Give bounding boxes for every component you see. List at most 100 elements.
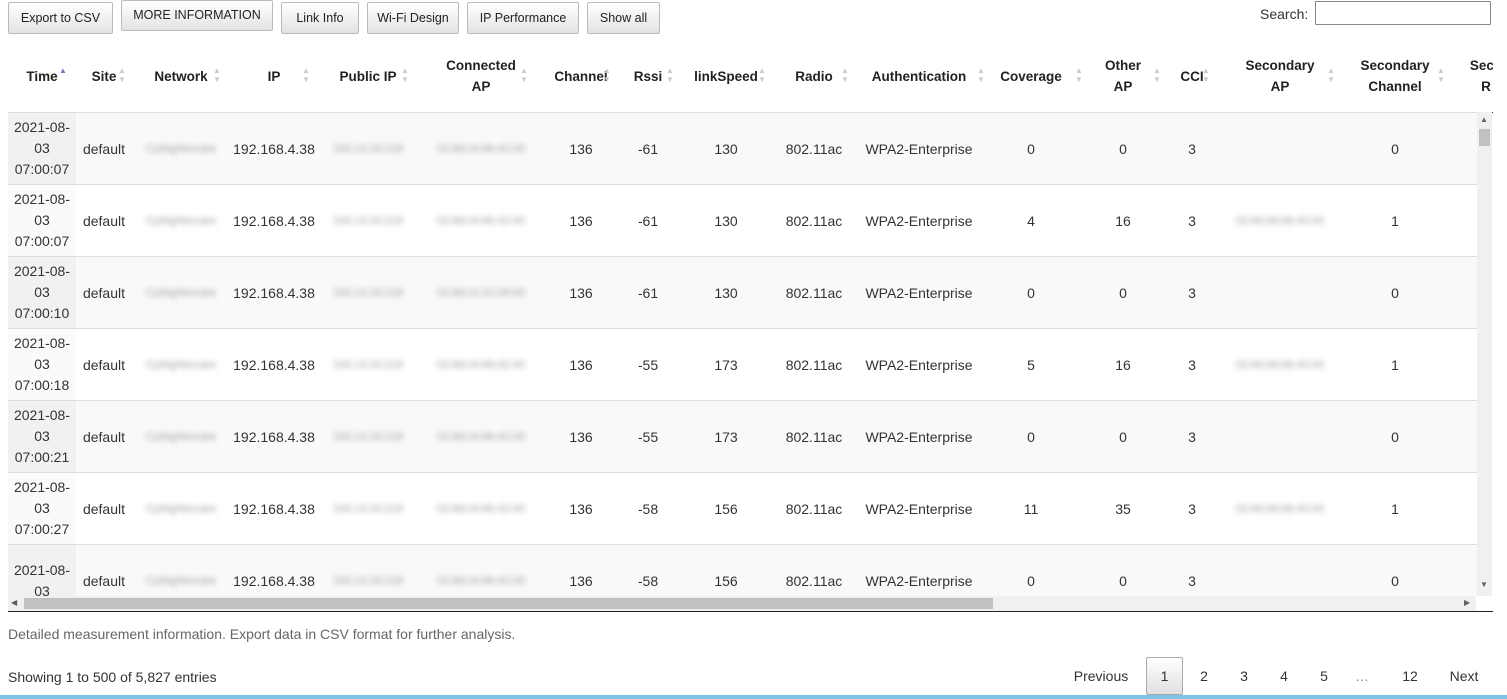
column-header[interactable]: Secondary Channel ▲ ▼ bbox=[1344, 40, 1446, 112]
sort-both-icon[interactable]: ▲ ▼ bbox=[1202, 66, 1210, 84]
link-info-button[interactable]: Link Info bbox=[281, 2, 359, 34]
pagination-next[interactable]: Next bbox=[1440, 657, 1488, 693]
cell-channel: 136 bbox=[544, 113, 618, 184]
cell-public-ip: 193.13.33.218 bbox=[318, 329, 418, 400]
vertical-scrollbar[interactable]: ▲ ▼ bbox=[1477, 112, 1492, 596]
horizontal-scrollbar[interactable]: ◀ ▶ bbox=[8, 596, 1476, 611]
cell-radio: 802.11ac bbox=[774, 473, 854, 544]
pagination-page-12[interactable]: 12 bbox=[1392, 657, 1428, 693]
cell-value: 193.13.33.218 bbox=[332, 142, 404, 155]
column-header[interactable]: Connected AP ▲ ▼ bbox=[418, 40, 544, 112]
cell-cci: 3 bbox=[1168, 185, 1216, 256]
table-row[interactable]: 2021-08- 03 07:00:07 default CyWgrfencare 192… bbox=[8, 184, 1478, 256]
pagination-page-4[interactable]: 4 bbox=[1268, 657, 1300, 693]
search-input[interactable] bbox=[1315, 1, 1491, 25]
cell-time: 2021-08- 03 07:00:18 bbox=[8, 329, 76, 400]
column-header-line: AP bbox=[471, 79, 491, 94]
cell-time-part: 07:00:27 bbox=[14, 521, 70, 537]
table-row[interactable]: 2021-08- 03 07:00:27 default CyWgrfencare 192… bbox=[8, 472, 1478, 544]
table-row[interactable]: 2021-08- 03 07:00:10 default CyWgrfencare 192… bbox=[8, 256, 1478, 328]
cell-value: default bbox=[82, 500, 126, 517]
column-header-line: Coverage bbox=[1000, 68, 1062, 84]
horizontal-scroll-thumb[interactable] bbox=[24, 598, 993, 609]
cell-value: 130 bbox=[714, 212, 738, 229]
sort-both-icon[interactable]: ▲ ▼ bbox=[841, 66, 849, 84]
vertical-scroll-thumb[interactable] bbox=[1479, 129, 1490, 146]
sort-both-icon[interactable]: ▲ ▼ bbox=[1153, 66, 1161, 84]
cell-time: 2021-08- 03 07:00:21 bbox=[8, 401, 76, 472]
sort-both-icon[interactable]: ▲ ▼ bbox=[118, 66, 126, 84]
sort-both-icon[interactable]: ▲ ▼ bbox=[977, 66, 985, 84]
table-row[interactable]: 2021-08- 03 07:00:18 default CyWgrfencare 192… bbox=[8, 328, 1478, 400]
pagination: Previous 1 2 3 4 5 … 12 Next bbox=[1060, 657, 1500, 695]
export-csv-button[interactable]: Export to CSV bbox=[8, 2, 113, 34]
ip-performance-button[interactable]: IP Performance bbox=[467, 2, 579, 34]
cell-time-part: 07:00:07 bbox=[14, 161, 70, 177]
pagination-page-2[interactable]: 2 bbox=[1188, 657, 1220, 693]
column-header[interactable]: Authentication ▲ ▼ bbox=[854, 40, 985, 112]
cell-site: default bbox=[76, 257, 132, 328]
column-header[interactable]: Secondary AP ▲ ▼ bbox=[1216, 40, 1344, 112]
table-row[interactable]: 2021-08- 03 07:00:21 default CyWgrfencare 192… bbox=[8, 400, 1478, 472]
cell-other-ap: 0 bbox=[1078, 545, 1168, 596]
column-header[interactable]: Other AP ▲ ▼ bbox=[1078, 40, 1168, 112]
sort-both-icon[interactable]: ▲ ▼ bbox=[401, 66, 409, 84]
table-row[interactable]: 2021-08- 03 07:00:07 default CyWgrfencare 192… bbox=[8, 112, 1478, 184]
column-header[interactable]: SecoR▲▼ bbox=[1446, 40, 1493, 112]
cell-public-ip: 193.13.33.218 bbox=[318, 257, 418, 328]
cell-value: CyWgrfencare bbox=[145, 286, 217, 299]
column-header[interactable]: Radio ▲ ▼ bbox=[774, 40, 854, 112]
column-header-line: IP bbox=[267, 68, 281, 84]
column-header[interactable]: Time▲▼ bbox=[8, 40, 76, 112]
cell-auth: WPA2-Enterprise bbox=[854, 185, 984, 256]
column-header-line: Channel bbox=[554, 68, 608, 84]
pagination-page-5[interactable]: 5 bbox=[1308, 657, 1340, 693]
column-header-label: Radio bbox=[795, 66, 833, 87]
cell-time: 2021-08- 03 07:00:07 bbox=[8, 185, 76, 256]
scroll-down-icon[interactable]: ▼ bbox=[1480, 580, 1488, 589]
cell-value: 1 bbox=[1391, 500, 1399, 517]
column-header[interactable]: Channel ▲ ▼ bbox=[544, 40, 618, 112]
column-header[interactable]: Network ▲ ▼ bbox=[132, 40, 230, 112]
column-header[interactable]: Coverage ▲ ▼ bbox=[984, 40, 1083, 112]
sort-both-icon[interactable]: ▲ ▼ bbox=[758, 66, 766, 84]
more-information-button[interactable]: MORE INFORMATION bbox=[121, 0, 273, 31]
show-all-button[interactable]: Show all bbox=[587, 2, 660, 34]
cell-value: 0 bbox=[1391, 140, 1399, 157]
cell-value: 192.168.4.38 bbox=[233, 212, 315, 229]
cell-value: CyWgrfencare bbox=[145, 214, 217, 227]
column-header[interactable]: Rssi ▲ ▼ bbox=[618, 40, 678, 112]
table-row[interactable]: 2021-08- 03 default CyWgrfencare 192.168.4.3… bbox=[8, 544, 1478, 596]
column-header-line: Connected bbox=[446, 58, 516, 73]
cell-time-part: 2021-08- bbox=[13, 479, 71, 495]
sort-both-icon[interactable]: ▲ ▼ bbox=[666, 66, 674, 84]
column-header[interactable]: linkSpeed ▲ ▼ bbox=[678, 40, 774, 112]
sort-both-icon[interactable]: ▲ ▼ bbox=[603, 66, 611, 84]
column-header[interactable]: Public IP ▲ ▼ bbox=[318, 40, 418, 112]
pagination-previous[interactable]: Previous bbox=[1060, 657, 1142, 693]
column-header[interactable]: CCI ▲ ▼ bbox=[1168, 40, 1216, 112]
pagination-page-3[interactable]: 3 bbox=[1228, 657, 1260, 693]
column-header-line: Public IP bbox=[339, 68, 397, 84]
cell-secondary-ap: 02:8d:d6:6b:42:00 bbox=[1216, 473, 1344, 544]
column-header[interactable]: Site ▲ ▼ bbox=[76, 40, 132, 112]
cell-value: -61 bbox=[637, 284, 659, 301]
cell-time-part: 2021-08- bbox=[13, 407, 71, 423]
cell-network: CyWgrfencare bbox=[132, 329, 230, 400]
sort-both-icon[interactable]: ▲ ▼ bbox=[1437, 66, 1445, 84]
cell-value: -61 bbox=[637, 140, 659, 157]
pagination-page-1[interactable]: 1 bbox=[1146, 657, 1183, 695]
sort-both-icon[interactable]: ▲ ▼ bbox=[520, 66, 528, 84]
sort-asc-icon[interactable]: ▲▼ bbox=[59, 66, 67, 84]
cell-value: 192.168.4.38 bbox=[233, 572, 315, 589]
scroll-up-icon[interactable]: ▲ bbox=[1480, 115, 1488, 124]
column-header[interactable]: IP ▲ ▼ bbox=[230, 40, 318, 112]
scroll-right-icon[interactable]: ▶ bbox=[1464, 598, 1470, 607]
cell-ip: 192.168.4.38 bbox=[230, 545, 318, 596]
scroll-left-icon[interactable]: ◀ bbox=[11, 598, 17, 607]
sort-both-icon[interactable]: ▲ ▼ bbox=[1327, 66, 1335, 84]
cell-site: default bbox=[76, 401, 132, 472]
wifi-design-button[interactable]: Wi-Fi Design bbox=[367, 2, 459, 34]
sort-both-icon[interactable]: ▲ ▼ bbox=[302, 66, 310, 84]
sort-both-icon[interactable]: ▲ ▼ bbox=[213, 66, 221, 84]
